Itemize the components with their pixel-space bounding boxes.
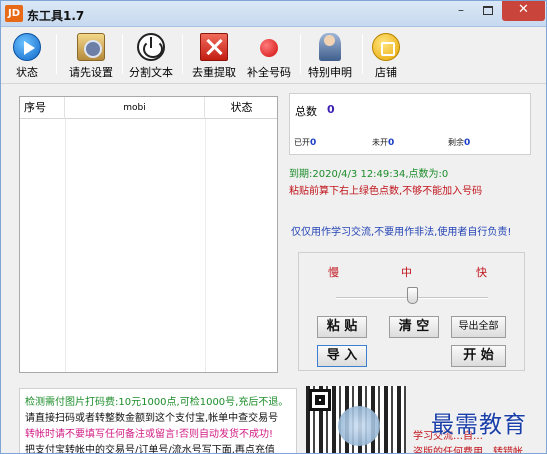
list-header: 序号 mobi 状态 xyxy=(20,97,277,119)
power-icon xyxy=(137,33,165,61)
remain-value: 0 xyxy=(464,138,471,148)
column-divider xyxy=(205,119,206,372)
window-title: 东工具1.7 xyxy=(27,9,85,23)
pending-label: 未开 xyxy=(372,138,388,147)
dedupe-button-label: 去重提取 xyxy=(192,66,236,79)
stats-panel: 总数 0 已开0 未开0 剩余0 xyxy=(289,93,531,155)
toolbar-separator xyxy=(56,34,57,74)
complete-number-button[interactable]: 补全号码 xyxy=(243,33,295,81)
status-button-label: 状态 xyxy=(16,66,38,79)
shop-coin-icon xyxy=(372,33,400,61)
done-value: 0 xyxy=(310,138,317,148)
minimize-button[interactable]: – xyxy=(448,1,474,21)
shop-button[interactable]: 店铺 xyxy=(371,33,401,81)
split-text-button[interactable]: 分割文本 xyxy=(127,33,175,81)
notice-line-2: 请直接扫码或者转整数金额到这个支付宝,帐单中查交易号 xyxy=(25,413,279,424)
number-list[interactable]: 序号 mobi 状态 xyxy=(19,96,278,373)
title-bar[interactable]: JD 东工具1.7 – ✕ xyxy=(1,1,546,27)
toolbar-separator xyxy=(362,34,363,74)
status-button[interactable]: 状态 xyxy=(9,33,45,81)
done-label: 已开 xyxy=(294,138,310,147)
import-button[interactable]: 导 入 xyxy=(317,345,367,367)
settings-button[interactable]: 请先设置 xyxy=(63,33,119,81)
notice-line-1: 检测需付图片打码费:10元1000点,可检1000号,充后不退。 xyxy=(25,397,289,408)
toolbar-separator xyxy=(122,34,123,74)
toolbar: 状态 请先设置 分割文本 去重提取 补全号码 特别申明 店铺 xyxy=(1,28,546,84)
split-text-button-label: 分割文本 xyxy=(129,66,173,79)
payment-qr-code xyxy=(306,386,406,453)
total-value: 0 xyxy=(327,103,335,116)
complete-number-button-label: 补全号码 xyxy=(247,66,291,79)
close-button[interactable]: ✕ xyxy=(502,1,545,21)
column-header-mobi[interactable]: mobi xyxy=(65,97,205,119)
red-x-icon xyxy=(200,33,228,61)
disclaimer-text: 仅仅用作学习交流,不要用作非法,使用者自行负责! xyxy=(291,227,512,238)
settings-book-icon xyxy=(77,33,105,61)
column-header-index[interactable]: 序号 xyxy=(20,97,65,119)
expire-text: 到期:2020/4/3 12:49:34,点数为:0 xyxy=(289,169,449,180)
remain-label: 剩余 xyxy=(448,138,464,147)
settings-button-label: 请先设置 xyxy=(69,66,113,79)
remain-stat: 剩余0 xyxy=(448,137,470,148)
clear-button[interactable]: 清 空 xyxy=(389,316,439,338)
toolbar-separator xyxy=(300,34,301,74)
column-divider xyxy=(65,119,66,372)
pending-value: 0 xyxy=(388,138,395,148)
done-stat: 已开0 xyxy=(294,137,316,148)
payment-notice: 检测需付图片打码费:10元1000点,可检1000号,充后不退。 请直接扫码或者… xyxy=(19,388,297,454)
paste-button[interactable]: 粘 贴 xyxy=(317,316,367,338)
declaration-button-label: 特别申明 xyxy=(308,66,352,79)
toolbar-separator xyxy=(182,34,183,74)
speed-mid-label: 中 xyxy=(401,266,412,279)
column-header-status[interactable]: 状态 xyxy=(206,97,277,119)
shop-button-label: 店铺 xyxy=(375,66,397,79)
watermark: 最需教育 xyxy=(431,412,527,438)
export-all-button[interactable]: 导出全部 xyxy=(451,316,506,338)
play-circle-icon xyxy=(13,33,41,61)
speed-slow-label: 慢 xyxy=(328,266,339,279)
maximize-icon xyxy=(483,6,493,15)
app-logo-icon: JD xyxy=(5,5,23,22)
hint-text: 粘贴前算下右上绿色点数,不够不能加入号码 xyxy=(289,186,483,197)
red-dot-icon xyxy=(260,39,278,57)
notice-line-3: 转帐时请不要填写任何备注或留言!否则自动发货不成功! xyxy=(25,429,274,440)
right-notice-line-2: 盗版的任何费用、转错帐 xyxy=(413,447,523,454)
maximize-button[interactable] xyxy=(475,1,501,21)
person-icon xyxy=(319,33,341,61)
total-label: 总数 xyxy=(295,105,317,118)
notice-line-4: 把支付宝转帐中的交易号/订单号/流水号写下面,再点充值 xyxy=(25,445,275,454)
declaration-button[interactable]: 特别申明 xyxy=(305,33,355,81)
speed-fast-label: 快 xyxy=(476,266,487,279)
dedupe-button[interactable]: 去重提取 xyxy=(189,33,239,81)
start-button[interactable]: 开 始 xyxy=(451,345,506,367)
pending-stat: 未开0 xyxy=(372,137,394,148)
control-panel: 慢 中 快 粘 贴 清 空 导出全部 导 入 开 始 xyxy=(298,252,525,371)
app-window: JD 东工具1.7 – ✕ 状态 请先设置 分割文本 去重提取 补全号码 特别申… xyxy=(0,0,547,454)
speed-slider-thumb[interactable] xyxy=(406,287,418,304)
